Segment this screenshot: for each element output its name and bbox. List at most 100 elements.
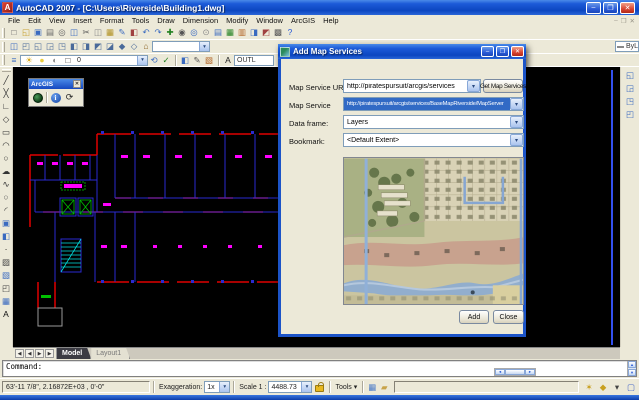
markup-set-manager-icon[interactable]: ◩ [260, 27, 272, 39]
publish-icon[interactable]: ◫ [68, 27, 80, 39]
tab-first-icon[interactable]: ◀ [15, 349, 24, 358]
scroll-right-icon[interactable]: ▸ [525, 369, 535, 375]
menu-view[interactable]: View [45, 16, 69, 25]
left-view-icon[interactable]: ◲ [44, 41, 56, 53]
toolbar-grip[interactable] [2, 28, 5, 38]
tray-settings-arrow-icon[interactable]: ▾ [611, 381, 623, 393]
clean-screen-icon[interactable]: ▢ [625, 381, 637, 393]
plot-preview-icon[interactable]: ◎ [56, 27, 68, 39]
arcgis-globe-button[interactable] [31, 91, 44, 104]
properties-icon[interactable]: ▤ [212, 27, 224, 39]
close-button[interactable]: ✕ [620, 2, 635, 14]
cut-icon[interactable]: ✂ [80, 27, 92, 39]
send-to-back-icon[interactable]: ◲ [624, 82, 637, 95]
toolbar-grip[interactable] [2, 69, 11, 72]
dropdown-arrow-icon[interactable]: ▾ [219, 382, 229, 392]
spline-icon[interactable]: ∿ [0, 178, 13, 191]
tab-prev-icon[interactable]: ◀ [25, 349, 34, 358]
dropdown-arrow-icon[interactable]: ▾ [510, 98, 523, 110]
data-frame-combo[interactable]: Layers ▾ [343, 115, 524, 129]
mdi-restore-button[interactable]: ❐ [621, 17, 627, 25]
rectangle-icon[interactable]: ▭ [0, 126, 13, 139]
dropdown-arrow-icon[interactable]: ▾ [467, 80, 480, 92]
multiline-text-icon[interactable]: A [0, 308, 13, 321]
layer-combo[interactable]: ☀●◐□ 0 ▾ [20, 55, 148, 66]
bookmark-combo[interactable]: <Default Extent> ▾ [343, 133, 524, 147]
arcgis-palette-close-icon[interactable]: ✕ [73, 80, 81, 88]
dropdown-arrow-icon[interactable]: ▾ [137, 56, 147, 65]
tab-next-icon[interactable]: ▶ [35, 349, 44, 358]
dialog-close-button[interactable]: ✕ [511, 46, 524, 57]
lineweight-control-icon[interactable]: ▧ [203, 54, 215, 66]
undo-icon[interactable]: ↶ [140, 27, 152, 39]
bring-above-icon[interactable]: ◳ [624, 95, 637, 108]
open-icon[interactable]: ◱ [20, 27, 32, 39]
menu-window[interactable]: Window [252, 16, 287, 25]
mdi-close-button[interactable]: ✕ [630, 17, 635, 25]
mdi-minimize-button[interactable]: – [614, 17, 618, 25]
toolbar-grip[interactable] [2, 55, 5, 65]
minimize-button[interactable]: – [586, 2, 601, 14]
sw-isometric-icon[interactable]: ◩ [92, 41, 104, 53]
nw-isometric-icon[interactable]: ◇ [128, 41, 140, 53]
back-view-icon[interactable]: ◨ [80, 41, 92, 53]
map-service-combo[interactable]: http://piratespursuit/arcgis/services/Ba… [343, 97, 524, 111]
bottom-view-icon[interactable]: ◱ [32, 41, 44, 53]
qnew-icon[interactable]: □ [8, 27, 20, 39]
se-isometric-icon[interactable]: ◪ [104, 41, 116, 53]
toolbar-grip[interactable] [2, 42, 5, 52]
tools-menu[interactable]: Tools ▾ [333, 383, 359, 391]
revision-cloud-icon[interactable]: ☁ [0, 165, 13, 178]
tool-palettes-icon[interactable]: ▥ [236, 27, 248, 39]
close-dialog-button[interactable]: Close [493, 310, 524, 324]
hatch-icon[interactable]: ▨ [0, 256, 13, 269]
circle-icon[interactable]: ○ [0, 152, 13, 165]
layer-properties-manager-icon[interactable]: ≡ [8, 54, 20, 66]
workspaces-icon[interactable]: ◫ [8, 41, 20, 53]
dropdown-arrow-icon[interactable]: ▾ [199, 42, 209, 51]
exaggeration-combo[interactable]: 1x ▾ [204, 381, 230, 393]
tab-model[interactable]: Model [57, 348, 91, 359]
top-view-icon[interactable]: ◰ [20, 41, 32, 53]
coordinates-display[interactable]: 63'-11 7/8", 2.16872E+03 , 0'-0" [2, 381, 150, 393]
scroll-thumb[interactable] [505, 369, 525, 375]
menu-dimension[interactable]: Dimension [179, 16, 222, 25]
menu-file[interactable]: File [4, 16, 24, 25]
redo-icon[interactable]: ↷ [152, 27, 164, 39]
make-object-layer-current-icon[interactable]: ✓ [160, 54, 172, 66]
tray-lock-icon[interactable]: ◆ [597, 381, 609, 393]
bring-to-front-icon[interactable]: ◱ [624, 69, 637, 82]
layer-previous-icon[interactable]: ⟲ [148, 54, 160, 66]
dialog-maximize-button[interactable]: ❐ [496, 46, 509, 57]
menu-draw[interactable]: Draw [153, 16, 179, 25]
color-control-combo[interactable]: ByLa [615, 41, 639, 52]
scroll-down-icon[interactable]: ▾ [628, 369, 636, 376]
save-icon[interactable]: ▣ [32, 27, 44, 39]
command-vscrollbar[interactable]: ▴ ▾ [627, 361, 636, 376]
arc-icon[interactable]: ◠ [0, 139, 13, 152]
paste-icon[interactable]: ▦ [104, 27, 116, 39]
workspace-combo[interactable]: ▾ [152, 41, 210, 52]
polygon-icon[interactable]: ◇ [0, 113, 13, 126]
menu-arcgis[interactable]: ArcGIS [287, 16, 319, 25]
dropdown-arrow-icon[interactable]: ▾ [510, 134, 523, 146]
arcgis-info-button[interactable]: i [49, 91, 62, 104]
line-icon[interactable]: ╱ [0, 74, 13, 87]
help-icon[interactable]: ? [284, 27, 296, 39]
scroll-up-icon[interactable]: ▴ [628, 361, 636, 368]
layer-on-icon[interactable]: ☀ [23, 54, 35, 66]
color-control-icon[interactable]: ◧ [179, 54, 191, 66]
restore-button[interactable]: ❐ [603, 2, 618, 14]
front-view-icon[interactable]: ◧ [68, 41, 80, 53]
layer-color-icon[interactable]: □ [62, 54, 74, 66]
menu-help[interactable]: Help [319, 16, 342, 25]
quickcalc-icon[interactable]: ▩ [272, 27, 284, 39]
right-view-icon[interactable]: ◳ [56, 41, 68, 53]
scale-combo[interactable]: 4488.73 ▾ [268, 381, 312, 393]
scale-lock-icon[interactable] [315, 385, 324, 392]
zoom-window-icon[interactable]: ◎ [188, 27, 200, 39]
copy-icon[interactable]: ◫ [92, 27, 104, 39]
ne-isometric-icon[interactable]: ◆ [116, 41, 128, 53]
annotation-scale-icon[interactable]: ✶ [583, 381, 595, 393]
dropdown-arrow-icon[interactable]: ▾ [510, 116, 523, 128]
